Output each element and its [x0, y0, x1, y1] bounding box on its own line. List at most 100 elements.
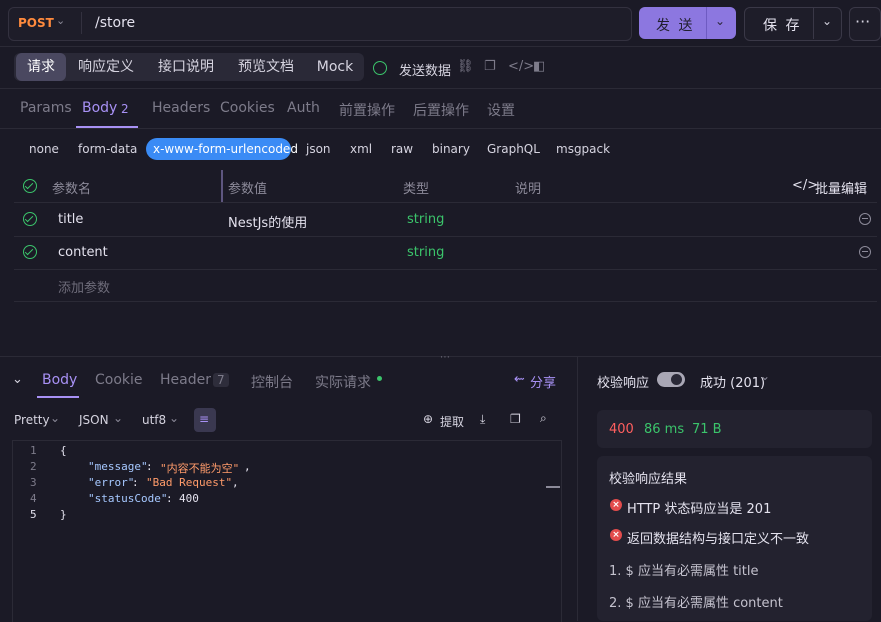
divider: [81, 12, 82, 34]
remove-row-icon[interactable]: [859, 246, 871, 258]
format-select[interactable]: Pretty: [14, 413, 50, 427]
code-key: "error": [88, 476, 135, 489]
method-select[interactable]: POST: [18, 16, 54, 30]
copy-icon[interactable]: ❐: [510, 412, 521, 426]
tab-api-description[interactable]: 接口说明: [150, 53, 222, 81]
row-enabled-checkbox[interactable]: [23, 212, 37, 226]
code-colon: :: [166, 492, 173, 505]
tab-cookies[interactable]: Cookies: [220, 100, 275, 116]
param-value-cell[interactable]: NestJs的使用: [228, 212, 307, 231]
body-type-json[interactable]: json: [306, 142, 331, 156]
language-select[interactable]: JSON: [79, 413, 109, 427]
tab-headers[interactable]: Headers: [152, 100, 210, 116]
drag-handle-icon[interactable]: ⋯: [440, 352, 450, 363]
tab-response-header[interactable]: Header: [160, 372, 211, 388]
param-name-cell[interactable]: content: [58, 245, 108, 260]
tab-response-definition[interactable]: 响应定义: [70, 53, 142, 81]
send-options-chevron-icon[interactable]: ⌄: [715, 14, 725, 28]
response-metrics: [597, 410, 872, 448]
chevron-down-icon[interactable]: ⌄: [169, 411, 179, 425]
code-string: "内容不能为空": [160, 462, 240, 475]
col-header-value: 参数值: [228, 182, 268, 197]
share-button[interactable]: 分享: [530, 372, 556, 391]
tab-console[interactable]: 控制台: [251, 372, 293, 392]
body-type-form-data[interactable]: form-data: [78, 142, 137, 156]
tab-post-processors[interactable]: 后置操作: [413, 100, 469, 120]
code-comma: ,: [232, 476, 239, 489]
collapse-chevron-icon[interactable]: ⌄: [12, 372, 23, 387]
search-icon[interactable]: ⌕: [540, 411, 547, 426]
param-type-cell[interactable]: string: [407, 212, 444, 227]
send-button-label[interactable]: 发 送: [656, 15, 694, 35]
tab-params[interactable]: Params: [20, 100, 72, 116]
param-type-cell[interactable]: string: [407, 245, 444, 260]
extract-icon[interactable]: ⊕: [423, 412, 433, 426]
tab-response-cookie[interactable]: Cookie: [95, 372, 143, 388]
body-type-msgpack[interactable]: msgpack: [556, 142, 610, 156]
line-number: 1: [30, 444, 37, 457]
body-count-badge: 2: [121, 102, 129, 116]
chevron-down-icon[interactable]: ⌄: [760, 369, 770, 383]
body-type-raw[interactable]: raw: [391, 142, 413, 156]
validation-result-title: 校验响应结果: [609, 472, 688, 487]
line-number: 2: [30, 460, 37, 473]
validate-response-label: 校验响应: [597, 376, 650, 391]
tab-request[interactable]: 请求: [16, 53, 66, 81]
divider: [14, 202, 877, 203]
body-type-urlencoded[interactable]: x-www-form-urlencoded: [153, 142, 298, 156]
chevron-down-icon[interactable]: ⌄: [56, 14, 65, 27]
tab-auth[interactable]: Auth: [287, 100, 320, 116]
body-type-xml[interactable]: xml: [350, 142, 372, 156]
share-icon[interactable]: ⇜: [514, 372, 525, 387]
tab-settings[interactable]: 设置: [487, 100, 515, 120]
download-icon[interactable]: ⤓: [480, 412, 485, 427]
tab-response-body[interactable]: Body: [42, 372, 77, 388]
code-colon: :: [146, 460, 153, 473]
error-icon: ×: [610, 499, 622, 511]
tab-mock[interactable]: Mock: [310, 53, 360, 81]
scrollbar-thumb[interactable]: [546, 486, 560, 488]
param-name-cell[interactable]: title: [58, 212, 83, 227]
url-input[interactable]: /store: [95, 15, 135, 31]
more-icon[interactable]: ···: [855, 12, 870, 31]
extract-button[interactable]: 提取: [440, 413, 464, 430]
select-all-checkbox[interactable]: [23, 179, 37, 193]
line-number: 4: [30, 492, 37, 505]
panel-icon[interactable]: ◧: [533, 59, 545, 74]
wrap-lines-icon[interactable]: ≡: [199, 412, 209, 426]
divider: [706, 7, 707, 39]
remove-row-icon[interactable]: [859, 213, 871, 225]
col-header-desc: 说明: [515, 182, 542, 197]
error-icon: ×: [610, 529, 622, 541]
tab-body[interactable]: Body: [82, 100, 117, 116]
send-data-label[interactable]: 发送数据: [399, 60, 451, 79]
code-comma: ,: [244, 460, 251, 473]
status-dot: [377, 376, 382, 381]
body-type-none[interactable]: none: [29, 142, 59, 156]
chevron-down-icon[interactable]: ⌄: [50, 411, 60, 425]
col-header-type: 类型: [403, 182, 430, 197]
encoding-select[interactable]: utf8: [142, 413, 166, 427]
tab-pre-processors[interactable]: 前置操作: [339, 100, 395, 120]
row-enabled-checkbox[interactable]: [23, 245, 37, 259]
validation-error: 返回数据结构与接口定义不一致: [627, 532, 810, 547]
response-schema-select[interactable]: 成功 (201): [700, 372, 765, 391]
divider: [14, 236, 877, 237]
body-type-binary[interactable]: binary: [432, 142, 470, 156]
column-resize-handle[interactable]: [221, 170, 223, 202]
add-param-input[interactable]: 添加参数: [58, 277, 110, 296]
panel-splitter-vertical[interactable]: [577, 357, 578, 621]
save-button-label[interactable]: 保 存: [763, 15, 801, 35]
link-icon[interactable]: ⛓: [457, 59, 474, 74]
bulk-edit-button[interactable]: 批量编辑: [815, 178, 867, 197]
save-options-chevron-icon[interactable]: ⌄: [822, 14, 832, 28]
copy-icon[interactable]: ❐: [484, 59, 496, 74]
code-icon[interactable]: </>: [508, 59, 534, 74]
code-close-brace: }: [60, 508, 67, 521]
code-key: "statusCode": [88, 492, 168, 505]
body-type-graphql[interactable]: GraphQL: [487, 142, 540, 156]
divider: [14, 301, 877, 302]
chevron-down-icon[interactable]: ⌄: [113, 411, 123, 425]
tab-preview-doc[interactable]: 预览文档: [230, 53, 302, 81]
tab-actual-request[interactable]: 实际请求: [315, 372, 371, 392]
